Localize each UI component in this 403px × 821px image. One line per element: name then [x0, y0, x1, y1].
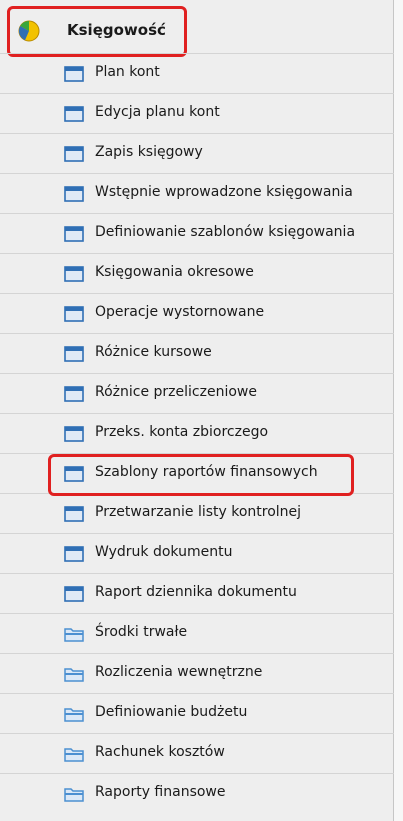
- window-icon: [64, 146, 84, 162]
- folder-icon: [64, 706, 84, 722]
- menu-item[interactable]: Definiowanie szablonów księgowania: [0, 213, 394, 253]
- menu-item[interactable]: Rozliczenia wewnętrzne: [0, 653, 394, 693]
- menu-item[interactable]: Plan kont: [0, 53, 394, 93]
- menu-item-label: Definiowanie szablonów księgowania: [95, 224, 356, 240]
- menu-item[interactable]: Raporty finansowe: [0, 773, 394, 813]
- menu-item-label: Środki trwałe: [95, 624, 188, 640]
- menu-item-label: Edycja planu kont: [95, 104, 220, 120]
- window-icon: [64, 186, 84, 202]
- window-icon: [64, 306, 84, 322]
- window-icon: [64, 66, 84, 82]
- scrollbar-edge: [394, 0, 403, 821]
- window-icon: [64, 226, 84, 242]
- menu-item[interactable]: Zapis księgowy: [0, 133, 394, 173]
- folder-icon: [64, 786, 84, 802]
- menu-item[interactable]: Środki trwałe: [0, 613, 394, 653]
- folder-icon: [64, 626, 84, 642]
- window-icon: [64, 546, 84, 562]
- menu-item-label: Przeks. konta zbiorczego: [95, 424, 269, 440]
- menu-item[interactable]: Edycja planu kont: [0, 93, 394, 133]
- menu-item[interactable]: Operacje wystornowane: [0, 293, 394, 333]
- window-icon: [64, 346, 84, 362]
- folder-icon: [64, 746, 84, 762]
- menu-item[interactable]: Różnice przeliczeniowe: [0, 373, 394, 413]
- window-icon: [64, 506, 84, 522]
- menu-item-label: Przetwarzanie listy kontrolnej: [95, 504, 302, 520]
- folder-icon: [64, 666, 84, 682]
- menu-item[interactable]: Przeks. konta zbiorczego: [0, 413, 394, 453]
- section-header-ksiegowosc[interactable]: Księgowość: [0, 0, 394, 60]
- menu-item-label: Różnice przeliczeniowe: [95, 384, 257, 400]
- menu-item[interactable]: Księgowania okresowe: [0, 253, 394, 293]
- menu-item-label: Różnice kursowe: [95, 344, 212, 360]
- menu-item[interactable]: Różnice kursowe: [0, 333, 394, 373]
- menu-item[interactable]: Rachunek kosztów: [0, 733, 394, 773]
- menu-item-label: Plan kont: [95, 64, 160, 80]
- window-icon: [64, 586, 84, 602]
- menu-item[interactable]: Wstępnie wprowadzone księgowania: [0, 173, 394, 213]
- header-highlight-box: [7, 6, 187, 57]
- menu-item-label: Definiowanie budżetu: [95, 704, 248, 720]
- menu-item[interactable]: Przetwarzanie listy kontrolnej: [0, 493, 394, 533]
- menu-item-label: Księgowania okresowe: [95, 264, 254, 280]
- menu-item-label: Wstępnie wprowadzone księgowania: [95, 184, 353, 200]
- menu-item-label: Rachunek kosztów: [95, 744, 225, 760]
- window-icon: [64, 266, 84, 282]
- menu-item-label: Wydruk dokumentu: [95, 544, 233, 560]
- item-highlight-box: [48, 454, 354, 496]
- menu-item-label: Raport dziennika dokumentu: [95, 584, 297, 600]
- menu-panel: Księgowość Plan kont Edycja planu kont Zap…: [0, 0, 394, 821]
- menu-item-label: Rozliczenia wewnętrzne: [95, 664, 263, 680]
- menu-item[interactable]: Wydruk dokumentu: [0, 533, 394, 573]
- window-icon: [64, 386, 84, 402]
- menu-item-label: Operacje wystornowane: [95, 304, 265, 320]
- menu-item-label: Zapis księgowy: [95, 144, 203, 160]
- window-icon: [64, 106, 84, 122]
- window-icon: [64, 426, 84, 442]
- menu-item[interactable]: Raport dziennika dokumentu: [0, 573, 394, 613]
- menu-item[interactable]: Definiowanie budżetu: [0, 693, 394, 733]
- menu-item-label: Raporty finansowe: [95, 784, 226, 800]
